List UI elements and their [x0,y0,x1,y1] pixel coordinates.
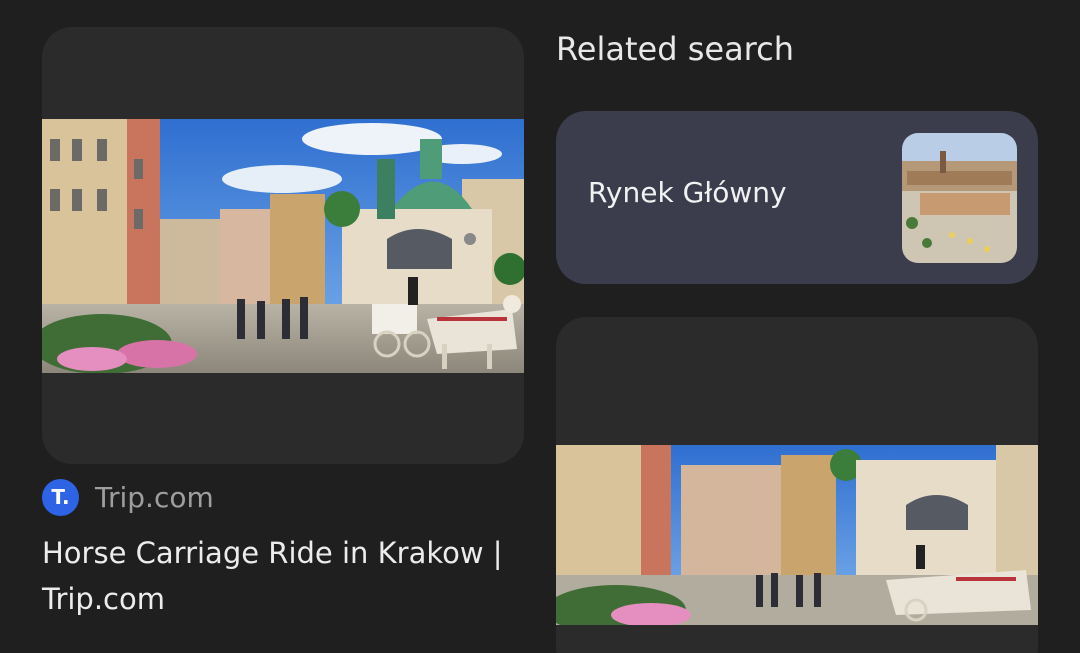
related-search-heading: Related search [556,30,794,68]
related-search-thumbnail [902,133,1017,263]
related-search-chip[interactable]: Rynek Główny [556,111,1038,284]
search-results-page: T. Trip.com Horse Carriage Ride in Krako… [0,0,1080,653]
result-image[interactable] [42,119,524,373]
source-name: Trip.com [95,480,214,514]
related-search-label: Rynek Główny [588,176,787,209]
image-result-card-2[interactable] [556,317,1038,653]
result-title-link[interactable]: Horse Carriage Ride in Krakow | Trip.com [42,530,532,622]
favicon-letter: T. [51,485,70,509]
image-result-card[interactable] [42,27,524,464]
result-image-2[interactable] [556,445,1038,625]
trip-com-favicon-icon: T. [42,478,79,516]
result-source[interactable]: T. Trip.com [42,478,214,516]
